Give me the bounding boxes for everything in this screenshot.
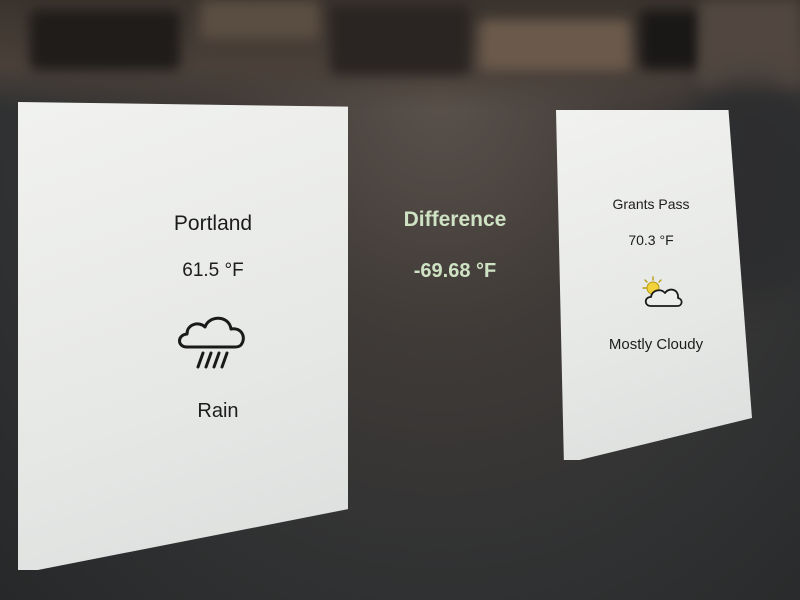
temperature: 70.3 °F <box>628 232 674 248</box>
background-blur <box>700 0 800 90</box>
background-blur <box>30 10 180 70</box>
background-blur <box>330 5 470 75</box>
rain-cloud-icon <box>178 316 245 369</box>
background-blur <box>200 0 320 40</box>
city-name: Grants Pass <box>612 196 690 212</box>
partly-cloudy-icon <box>642 276 683 307</box>
city-name: Portland <box>173 212 253 235</box>
condition: Rain <box>197 400 239 422</box>
difference-panel: Difference -69.68 °F <box>385 208 525 283</box>
background-blur <box>480 20 630 70</box>
condition: Mostly Cloudy <box>608 336 704 353</box>
difference-label: Difference <box>403 208 507 231</box>
weather-card-grants-pass: Grants Pass 70.3 °F Mostly Cloudy <box>556 110 752 460</box>
weather-card-portland: Portland 61.5 °F Rain <box>18 102 348 570</box>
temperature: 61.5 °F <box>182 260 244 281</box>
background-blur <box>640 10 700 70</box>
difference-value: -69.68 °F <box>413 260 497 282</box>
